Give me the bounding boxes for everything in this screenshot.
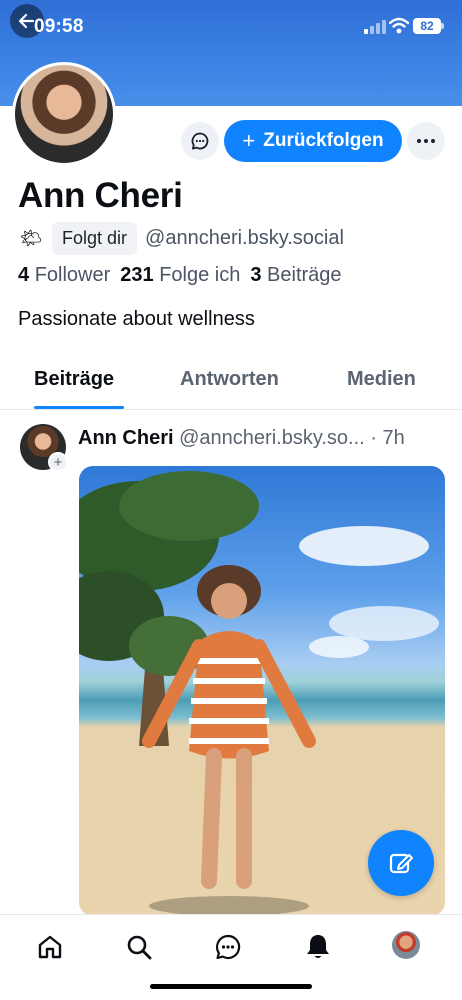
following-count: 231	[120, 264, 154, 286]
search-icon	[127, 935, 152, 960]
follow-plus-badge[interactable]: +	[48, 452, 68, 472]
nav-search[interactable]	[123, 931, 155, 963]
tab-replies[interactable]: Antworten	[180, 368, 279, 391]
profile-avatar[interactable]	[12, 62, 116, 166]
home-indicator	[150, 984, 312, 989]
following-stat[interactable]: 231 Folge ich	[120, 264, 240, 287]
follow-back-button[interactable]: + Zurückfolgen	[224, 120, 402, 162]
followers-count: 4	[18, 264, 30, 286]
posts-count: 3	[250, 264, 262, 286]
plus-icon: +	[242, 128, 256, 153]
battery-icon: 82	[413, 18, 441, 34]
follows-you-badge: Folgt dir	[52, 221, 138, 255]
message-button[interactable]	[181, 122, 219, 160]
follow-back-label: Zurückfolgen	[263, 130, 384, 151]
active-tab-indicator	[34, 406, 124, 409]
nav-notifications[interactable]	[302, 931, 334, 963]
ellipsis-icon	[417, 139, 435, 143]
posts-label: Beiträge	[267, 264, 342, 286]
display-name: Ann Cheri	[18, 176, 183, 215]
battery-tip	[441, 23, 444, 29]
profile-bio: Passionate about wellness	[18, 308, 255, 330]
nav-home[interactable]	[34, 931, 66, 963]
person-illustration	[142, 565, 316, 916]
profile-handle: @anncheri.bsky.social	[145, 226, 344, 249]
post-author-name[interactable]: Ann Cheri	[78, 427, 174, 449]
status-time: 09:58	[34, 16, 84, 37]
posts-stat: 3 Beiträge	[250, 264, 341, 287]
profile-stats: 4 Follower 231 Folge ich 3 Beiträge	[18, 264, 342, 287]
tab-media[interactable]: Medien	[347, 368, 416, 391]
wifi-icon	[389, 17, 409, 34]
status-bar: 09:58 82	[0, 0, 462, 54]
followers-label: Follower	[34, 264, 111, 286]
signal-icon	[364, 20, 386, 34]
chat-icon	[216, 934, 241, 960]
battery-level: 82	[420, 19, 434, 33]
home-icon	[38, 935, 62, 959]
tab-posts[interactable]: Beiträge	[34, 368, 114, 391]
compose-icon	[389, 853, 413, 874]
more-button[interactable]	[407, 122, 445, 160]
post-author-handle[interactable]: @anncheri.bsky.so...	[179, 427, 365, 449]
following-label: Folge ich	[159, 264, 241, 286]
profile-meta-row: 🌤 Folgt dir @anncheri.bsky.social	[18, 221, 344, 255]
nav-chat[interactable]	[212, 931, 244, 963]
nav-profile-avatar[interactable]	[392, 931, 420, 959]
profile-tabs: Beiträge Antworten Medien	[0, 356, 462, 410]
sun-emoji-icon: 🌤	[19, 227, 43, 248]
post-timestamp: · 7h	[370, 427, 405, 449]
post-header: Ann Cheri @anncheri.bsky.so... · 7h	[78, 427, 405, 450]
chat-bubble-icon	[191, 132, 209, 150]
cloud-shape	[299, 526, 429, 566]
bell-icon	[307, 935, 329, 958]
compose-button[interactable]	[368, 830, 434, 896]
followers-stat[interactable]: 4 Follower	[18, 264, 110, 287]
